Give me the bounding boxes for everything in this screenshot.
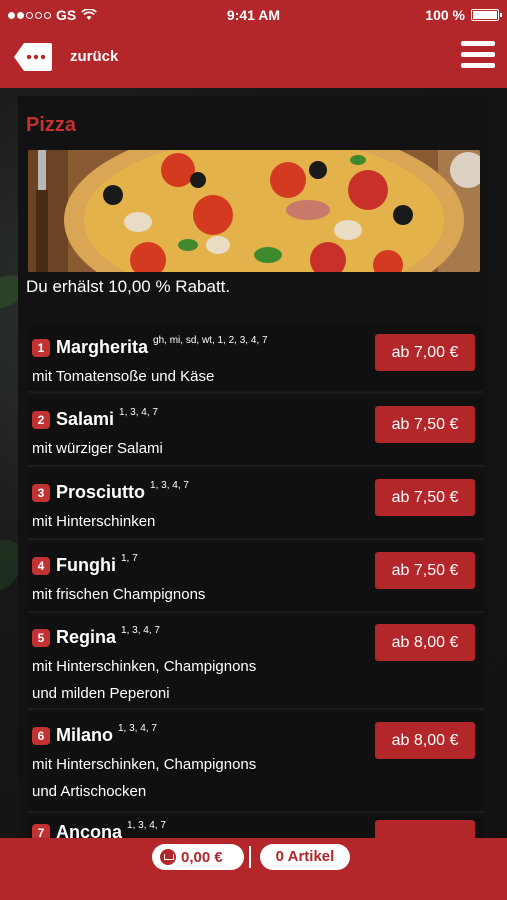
price-button[interactable]	[375, 820, 475, 838]
item-name: Prosciutto	[56, 482, 146, 502]
item-description: mit Tomatensoße und Käse	[32, 368, 215, 385]
menu-item: 2 Salami 1, 3, 4, 7 mit würziger Salami …	[28, 397, 483, 467]
price-button[interactable]: ab 7,00 €	[375, 334, 475, 371]
item-description: mit Hinterschinken, Champignons und Arti…	[32, 756, 257, 800]
menu-panel: Pizza Du erhälst 10,00 % Rabatt. 1 Margh…	[18, 96, 489, 838]
battery-percent: 100 %	[425, 7, 465, 23]
pizza-hero-image	[28, 150, 480, 272]
item-name: Funghi	[56, 555, 116, 575]
item-number-badge: 1	[32, 338, 50, 357]
menu-item: 1 Margherita gh, mi, sd, wt, 1, 2, 3, 4,…	[28, 325, 483, 393]
item-name: Milano	[56, 725, 113, 745]
back-arrow-icon[interactable]	[12, 41, 54, 73]
item-name: Salami	[56, 409, 115, 429]
cart-icon	[160, 849, 176, 865]
item-allergens: gh, mi, sd, wt, 1, 2, 3, 4, 7	[153, 335, 268, 346]
item-allergens: 1, 3, 4, 7	[127, 820, 166, 831]
item-description: mit Hinterschinken, Champignons und mild…	[32, 658, 257, 702]
cart-total: 0,00 €	[181, 848, 223, 866]
status-bar: GS 9:41 AM 100 %	[0, 0, 507, 30]
cart-bar: 0,00 € 0 Artikel	[0, 838, 507, 900]
hamburger-menu-icon[interactable]	[461, 41, 495, 71]
menu-item: 4 Funghi 1, 7 mit frischen Champignons a…	[28, 543, 483, 613]
item-name: Regina	[56, 627, 117, 647]
item-number-badge: 2	[32, 410, 50, 429]
menu-item: 5 Regina 1, 3, 4, 7 mit Hinterschinken, …	[28, 615, 483, 710]
price-button[interactable]: ab 7,50 €	[375, 406, 475, 443]
battery-status: 100 %	[425, 7, 502, 23]
item-description: mit Hinterschinken	[32, 513, 156, 530]
item-name: Ancona	[56, 822, 123, 838]
item-number-badge: 6	[32, 726, 50, 745]
category-title: Pizza	[26, 114, 77, 136]
item-description: mit frischen Champignons	[32, 586, 206, 603]
menu-item: 6 Milano 1, 3, 4, 7 mit Hinterschinken, …	[28, 713, 483, 813]
navigation-bar: zurück	[0, 30, 507, 88]
item-allergens: 1, 3, 4, 7	[118, 723, 157, 734]
price-button[interactable]: ab 8,00 €	[375, 624, 475, 661]
item-number-badge: 7	[32, 823, 50, 838]
item-allergens: 1, 3, 4, 7	[150, 480, 189, 491]
menu-item: 3 Prosciutto 1, 3, 4, 7 mit Hinterschink…	[28, 470, 483, 540]
discount-notice: Du erhälst 10,00 % Rabatt.	[26, 277, 231, 296]
item-number-badge: 5	[32, 628, 50, 647]
item-number-badge: 4	[32, 556, 50, 575]
item-allergens: 1, 7	[120, 553, 138, 564]
item-allergens: 1, 3, 4, 7	[119, 407, 158, 418]
price-button[interactable]: ab 7,50 €	[375, 479, 475, 516]
cart-total-button[interactable]: 0,00 €	[152, 844, 244, 870]
divider	[249, 846, 251, 868]
menu-item: 7 Ancona 1, 3, 4, 7	[28, 816, 483, 838]
item-allergens: 1, 3, 4, 7	[121, 625, 160, 636]
price-button[interactable]: ab 8,00 €	[375, 722, 475, 759]
item-description: mit würziger Salami	[32, 440, 163, 457]
article-count-button[interactable]: 0 Artikel	[260, 844, 350, 870]
item-number-badge: 3	[32, 483, 50, 502]
back-button[interactable]: zurück	[70, 48, 118, 65]
price-button[interactable]: ab 7,50 €	[375, 552, 475, 589]
item-name: Margherita	[56, 337, 149, 357]
battery-icon	[471, 9, 502, 21]
